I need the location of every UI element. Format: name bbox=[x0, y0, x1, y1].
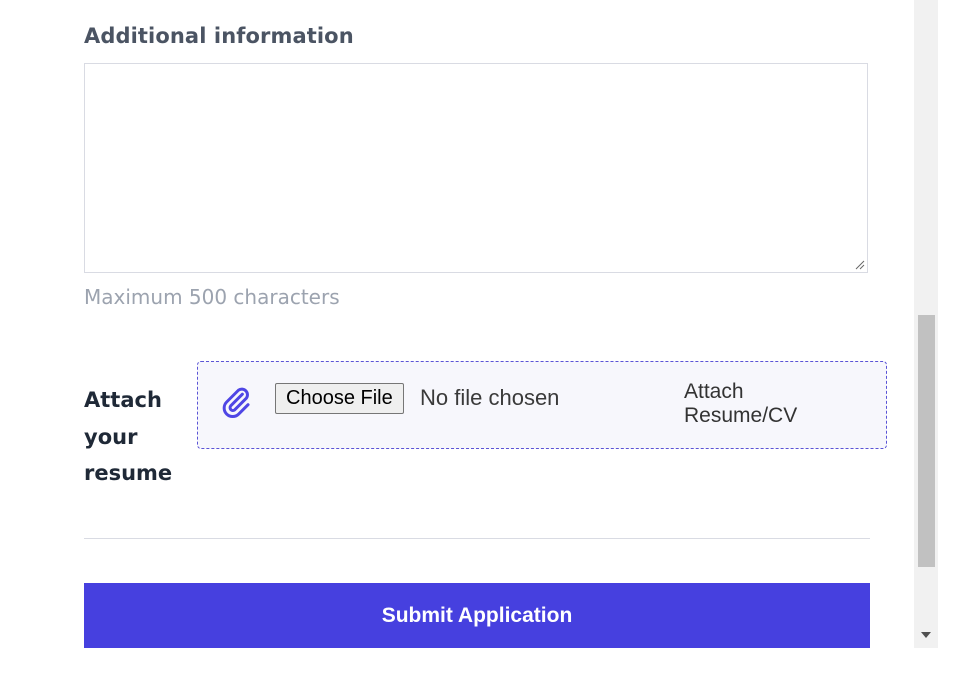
scrollbar-thumb[interactable] bbox=[918, 315, 935, 567]
paperclip-icon bbox=[222, 387, 250, 419]
form-divider bbox=[84, 538, 870, 539]
resize-handle-icon[interactable] bbox=[854, 259, 865, 270]
submit-application-button[interactable]: Submit Application bbox=[84, 583, 870, 648]
no-file-chosen-text: No file chosen bbox=[420, 385, 560, 410]
application-form-page: Additional information Maximum 500 chara… bbox=[0, 0, 968, 684]
additional-information-textarea[interactable] bbox=[84, 63, 868, 273]
attach-resume-label: Attach your resume bbox=[84, 388, 173, 485]
vertical-scrollbar[interactable] bbox=[914, 0, 938, 648]
attach-resume-cv-text: Attach Resume/CV bbox=[684, 380, 798, 427]
choose-file-button[interactable]: Choose File bbox=[275, 383, 404, 414]
additional-information-label: Additional information bbox=[84, 24, 354, 48]
character-limit-hint: Maximum 500 characters bbox=[84, 285, 340, 309]
scroll-down-arrow-icon[interactable] bbox=[921, 632, 931, 638]
